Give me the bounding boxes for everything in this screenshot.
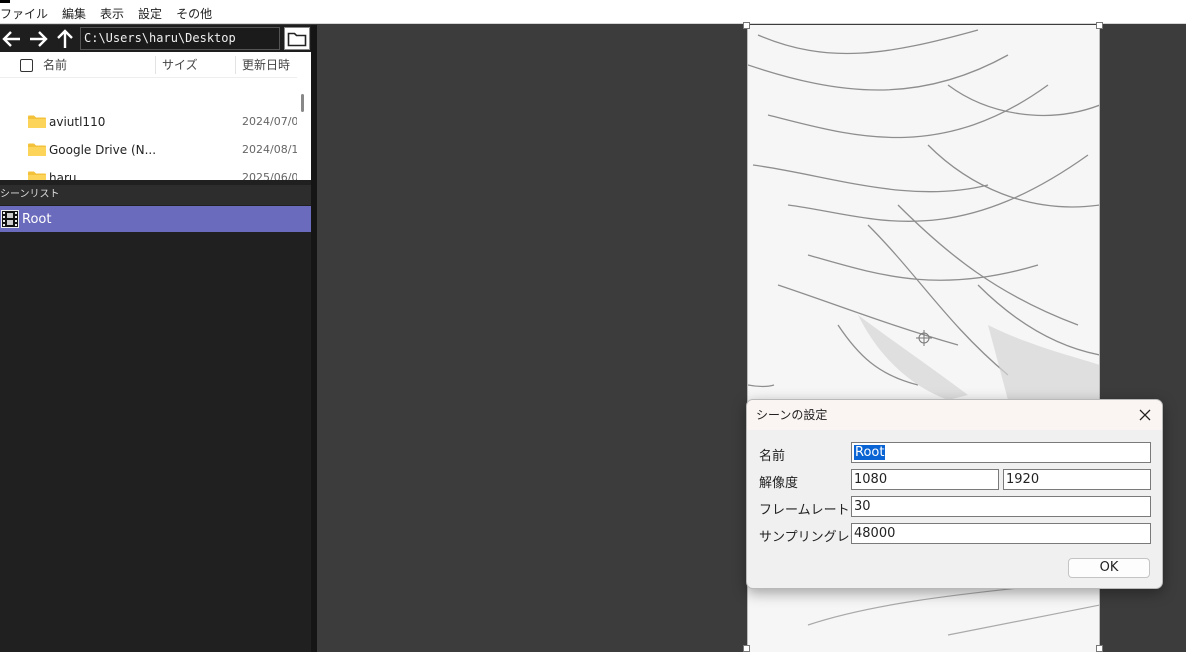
panel-splitter[interactable] xyxy=(311,25,317,652)
name-value: Root xyxy=(854,445,886,460)
menu-settings[interactable]: 設定 xyxy=(138,4,168,24)
file-name: aviutl110 xyxy=(49,115,106,129)
open-folder-button[interactable] xyxy=(284,27,310,50)
name-field[interactable]: Root xyxy=(851,442,1151,463)
back-button[interactable] xyxy=(0,27,24,50)
file-list-header: 名前 サイズ 更新日時 xyxy=(0,52,297,78)
file-row[interactable]: Google Drive (N... 2024/08/1 xyxy=(0,136,297,164)
left-panel: C:\Users\haru\Desktop 名前 サイズ 更新日時 aviutl… xyxy=(0,25,311,652)
dialog-titlebar: シーンの設定 xyxy=(747,400,1162,430)
file-list: 名前 サイズ 更新日時 aviutl110 2024/07/0 Google D… xyxy=(0,52,311,180)
column-modified[interactable]: 更新日時 xyxy=(242,52,290,78)
menu-edit[interactable]: 編集 xyxy=(62,4,92,24)
file-row[interactable]: haru 2025/06/0 xyxy=(0,164,297,180)
vertical-scrollbar[interactable] xyxy=(301,94,304,112)
height-field[interactable]: 1920 xyxy=(1003,469,1151,490)
width-field[interactable]: 1080 xyxy=(851,469,999,490)
menu-bar: ファイル 編集 表示 設定 その他 xyxy=(0,4,1186,24)
folder-icon xyxy=(28,143,46,156)
close-icon xyxy=(1139,409,1151,421)
menu-view[interactable]: 表示 xyxy=(100,4,130,24)
framerate-label: フレームレート xyxy=(759,503,850,518)
file-row[interactable]: aviutl110 2024/07/0 xyxy=(0,108,297,136)
file-name: Google Drive (N... xyxy=(49,143,157,157)
column-divider[interactable] xyxy=(235,56,236,74)
file-date: 2024/07/0 xyxy=(242,115,297,128)
file-name: haru xyxy=(49,171,77,180)
scene-name: Root xyxy=(22,211,52,227)
menu-file[interactable]: ファイル xyxy=(0,4,54,24)
name-label: 名前 xyxy=(759,449,786,464)
folder-icon xyxy=(28,171,46,180)
select-all-checkbox[interactable] xyxy=(20,59,33,72)
resize-handle[interactable] xyxy=(1096,645,1103,652)
resize-handle[interactable] xyxy=(743,22,750,29)
up-button[interactable] xyxy=(53,27,77,50)
file-date: 2025/06/0 xyxy=(242,171,297,180)
file-browser-toolbar: C:\Users\haru\Desktop xyxy=(0,25,311,52)
column-divider[interactable] xyxy=(155,56,156,74)
resize-handle[interactable] xyxy=(743,645,750,652)
samplerate-field[interactable]: 48000 xyxy=(851,523,1151,544)
arrow-up-icon xyxy=(57,28,73,48)
scene-item-root[interactable]: Root xyxy=(0,206,311,232)
dialog-title: シーンの設定 xyxy=(756,408,828,422)
arrow-left-icon xyxy=(2,30,20,47)
path-input[interactable]: C:\Users\haru\Desktop xyxy=(80,27,280,50)
column-size[interactable]: サイズ xyxy=(162,52,198,78)
scene-settings-dialog: シーンの設定 名前 Root 解像度 1080 1920 フレームレート 30 … xyxy=(746,399,1163,589)
folder-icon xyxy=(28,115,46,128)
film-icon xyxy=(1,210,19,228)
close-button[interactable] xyxy=(1136,406,1154,424)
forward-button[interactable] xyxy=(26,27,50,50)
column-name[interactable]: 名前 xyxy=(43,52,67,78)
folder-icon xyxy=(287,32,307,46)
resolution-label: 解像度 xyxy=(759,476,799,491)
scene-list-header: シーンリスト xyxy=(0,185,311,205)
framerate-field[interactable]: 30 xyxy=(851,496,1151,517)
file-date: 2024/08/1 xyxy=(242,143,297,156)
resize-handle[interactable] xyxy=(1096,22,1103,29)
ok-button[interactable]: OK xyxy=(1068,558,1150,578)
menu-other[interactable]: その他 xyxy=(176,4,218,24)
arrow-right-icon xyxy=(30,30,48,47)
